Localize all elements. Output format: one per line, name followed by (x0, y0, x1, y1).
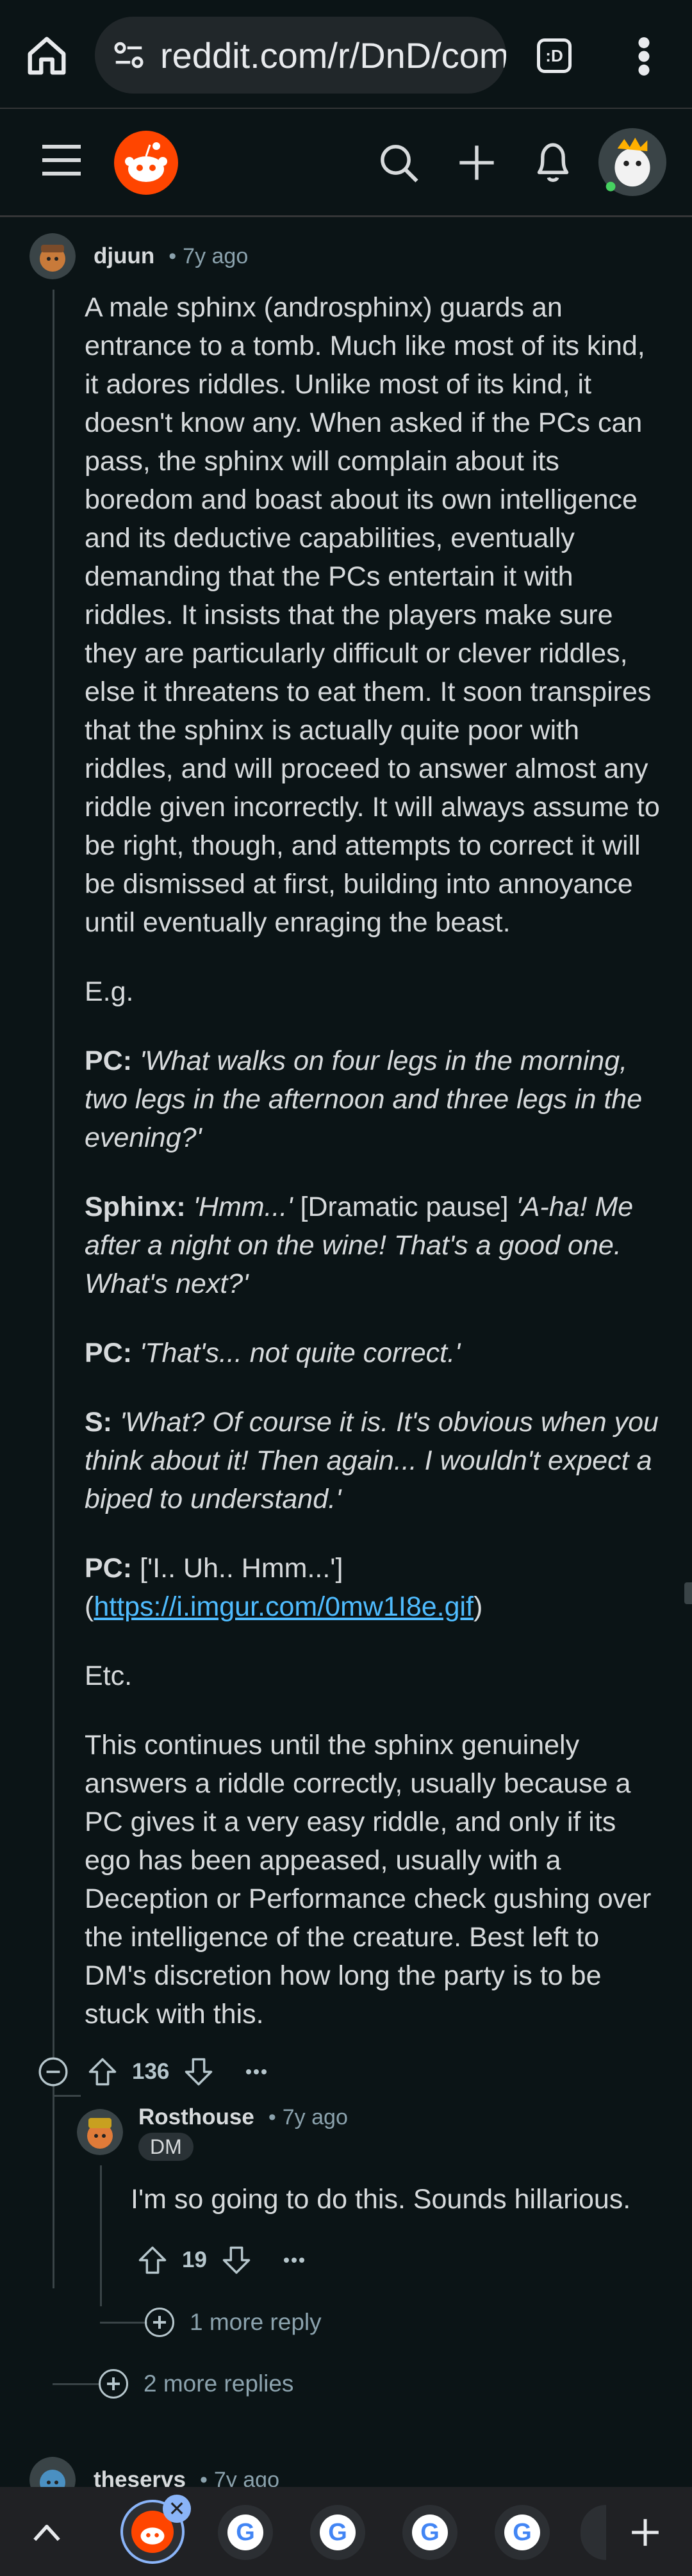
comment-paragraph: A male sphinx (androsphinx) guards an en… (85, 292, 660, 938)
thread-connector (100, 2322, 147, 2324)
comment-paragraph: PC: ['I.. Uh.. Hmm...'] (https://i.imgur.… (85, 1549, 661, 1626)
search-icon[interactable] (378, 142, 420, 185)
speaker-label: S: (85, 1407, 112, 1438)
quote-text: 'Hmm...' (193, 1192, 293, 1222)
speaker-label: PC: (85, 1338, 133, 1368)
comment-author[interactable]: djuun (94, 243, 154, 269)
quote-text: 'What walks on four legs in the morning,… (85, 1046, 643, 1153)
more-replies-button[interactable]: 2 more replies (99, 2369, 293, 2399)
thread-connector (53, 2383, 100, 2385)
upvote-icon[interactable] (136, 2244, 169, 2277)
comment-actions: 136 (37, 2055, 268, 2088)
thread-connector (53, 2095, 81, 2097)
vote-count: 136 (132, 2059, 170, 2084)
quote-text: 'That's... not quite correct.' (140, 1338, 461, 1368)
stage-direction: [Dramatic pause] (300, 1192, 509, 1222)
create-post-icon[interactable] (456, 142, 497, 183)
google-icon: G (504, 2514, 540, 2550)
comment-header: Rosthouse • 7y ago DM (77, 2104, 348, 2161)
comment-body: I'm so going to do this. Sounds hillario… (131, 2180, 669, 2249)
scrollbar-thumb[interactable] (684, 1582, 692, 1604)
more-replies-button[interactable]: 1 more reply (145, 2308, 322, 2337)
speaker-label: PC: (85, 1046, 133, 1076)
user-avatar[interactable] (598, 128, 666, 196)
tab-count-glyph: :D (545, 45, 563, 65)
google-letter: G (236, 2518, 255, 2546)
tab-strip: ✕ G G G G (0, 2487, 692, 2576)
paren-close: ) (474, 1591, 483, 1622)
google-tab[interactable]: G (218, 2505, 273, 2560)
paren-open: ( (85, 1591, 94, 1622)
comment-paragraph: I'm so going to do this. Sounds hillario… (131, 2184, 631, 2215)
avatar[interactable] (29, 233, 76, 279)
gif-link[interactable]: https://i.imgur.com/0mw1I8e.gif (94, 1591, 474, 1622)
reply-text: ['I.. Uh.. Hmm...'] (140, 1553, 343, 1584)
chevron-up-icon[interactable] (31, 2518, 63, 2546)
google-letter: G (328, 2518, 347, 2546)
google-icon: G (227, 2514, 263, 2550)
google-letter: G (420, 2518, 440, 2546)
google-icon: G (412, 2514, 448, 2550)
comment-actions: 19 (136, 2244, 306, 2277)
downvote-icon[interactable] (220, 2244, 253, 2277)
menu-icon[interactable] (42, 142, 81, 178)
comment-author[interactable]: Rosthouse (138, 2104, 254, 2130)
user-flair: DM (138, 2133, 194, 2161)
quote-text: 'What? Of course it is. It's obvious whe… (85, 1407, 659, 1514)
meta-separator: • (169, 243, 177, 268)
expand-icon (145, 2308, 174, 2337)
avatar[interactable] (77, 2108, 123, 2155)
google-letter: G (513, 2518, 532, 2546)
flair-row: DM (138, 2133, 348, 2161)
address-bar[interactable]: reddit.com/r/DnD/comr (95, 17, 506, 94)
comment-paragraph: PC: 'That's... not quite correct.' (85, 1334, 661, 1372)
expand-icon (99, 2369, 128, 2399)
more-replies-label: 2 more replies (144, 2370, 294, 2397)
comment-paragraph: Etc. (85, 1661, 133, 1691)
thread-line[interactable] (53, 290, 54, 2288)
url-text[interactable]: reddit.com/r/DnD/comr (160, 35, 506, 76)
new-tab-icon[interactable] (629, 2516, 661, 2548)
close-glyph: ✕ (168, 2497, 186, 2520)
google-tab[interactable]: G (310, 2505, 365, 2560)
comment-header: djuun • 7y ago (29, 233, 248, 279)
comment-time: 7y ago (282, 2104, 348, 2129)
partial-tab[interactable] (581, 2505, 606, 2560)
more-options-icon[interactable] (245, 2068, 268, 2076)
google-tab[interactable]: G (402, 2505, 457, 2560)
comment-paragraph: E.g. (85, 976, 134, 1007)
author-line: Rosthouse • 7y ago (138, 2104, 348, 2130)
more-options-icon[interactable] (283, 2256, 306, 2264)
google-tab[interactable]: G (495, 2505, 550, 2560)
comment-paragraph: Sphinx: 'Hmm...' [Dramatic pause] 'A-ha!… (85, 1188, 661, 1303)
speaker-label: PC: (85, 1553, 133, 1584)
home-icon[interactable] (24, 33, 69, 78)
more-replies-label: 1 more reply (190, 2309, 322, 2335)
close-tab-icon[interactable]: ✕ (163, 2495, 191, 2523)
speaker-label: Sphinx: (85, 1192, 186, 1222)
more-vert-icon[interactable] (634, 36, 654, 77)
google-icon: G (320, 2514, 356, 2550)
comment-paragraph: S: 'What? Of course it is. It's obvious … (85, 1403, 661, 1518)
comment-paragraph: PC: 'What walks on four legs in the morn… (85, 1042, 661, 1157)
site-settings-icon[interactable] (111, 38, 146, 72)
reddit-logo[interactable] (114, 131, 178, 195)
tab-switcher-icon[interactable]: :D (537, 38, 572, 73)
upvote-icon[interactable] (86, 2055, 119, 2088)
author-block: Rosthouse • 7y ago DM (138, 2104, 348, 2161)
reddit-header (0, 109, 692, 217)
browser-toolbar: reddit.com/r/DnD/comr :D (0, 0, 692, 109)
comment-time: 7y ago (183, 243, 249, 268)
comment-paragraph: This continues until the sphinx genuinel… (85, 1730, 652, 2030)
notifications-icon[interactable] (532, 140, 574, 185)
thread-line[interactable] (100, 2165, 102, 2306)
vote-count: 19 (182, 2247, 207, 2272)
collapse-icon[interactable] (37, 2056, 69, 2088)
downvote-icon[interactable] (182, 2055, 215, 2088)
comment-body: A male sphinx (androsphinx) guards an en… (85, 288, 661, 2064)
meta-separator: • (268, 2104, 276, 2129)
